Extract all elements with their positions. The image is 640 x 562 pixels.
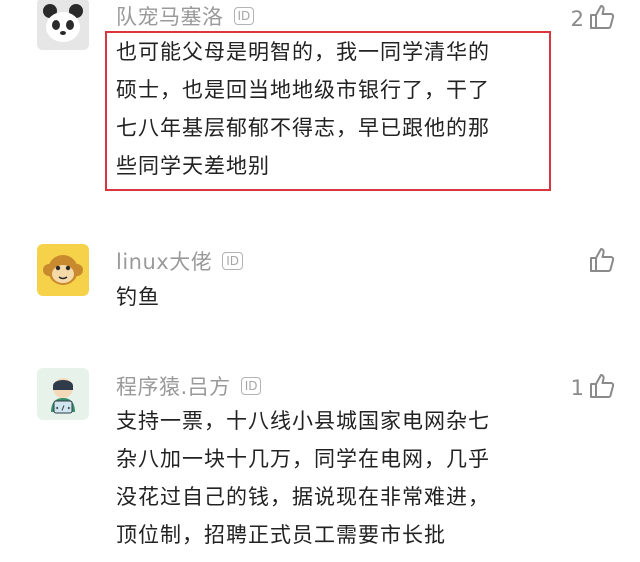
id-badge: ID — [222, 252, 243, 270]
comment-text: 也可能父母是明智的，我一同学清华的 硕士，也是回当地地级市银行了，干了 七八年基… — [116, 33, 490, 185]
like-button[interactable] — [584, 246, 616, 278]
comment-line: 顶位制，招聘正式员工需要市长批 — [116, 523, 446, 547]
comment-line: 杂八加一块十几万，同学在电网，几乎 — [116, 447, 490, 471]
monkey-avatar-icon[interactable] — [37, 244, 89, 296]
thumbs-up-icon — [588, 372, 616, 404]
comment-line: 没花过自己的钱，据说现在非常难进， — [116, 485, 490, 509]
username[interactable]: linux大佬 — [116, 246, 212, 276]
username-row: linux大佬 ID — [116, 247, 243, 275]
thumbs-up-icon — [588, 246, 616, 278]
like-count: 2 — [570, 7, 584, 31]
comment-line: 些同学天差地别 — [116, 154, 270, 178]
programmer-avatar-icon[interactable] — [37, 368, 89, 420]
username-row: 程序猿.吕方 ID — [116, 371, 262, 401]
like-count: 1 — [570, 376, 584, 400]
like-button[interactable]: 1 — [571, 372, 616, 404]
thumbs-up-icon — [588, 3, 616, 35]
comment-text: 支持一票，十八线小县城国家电网杂七 杂八加一块十几万，同学在电网，几乎 没花过自… — [116, 402, 490, 554]
comment-line: 支持一票，十八线小县城国家电网杂七 — [116, 409, 490, 433]
id-badge: ID — [233, 7, 255, 25]
comment-line: 钓鱼 — [116, 285, 160, 309]
id-badge: ID — [240, 377, 262, 395]
comment-line: 七八年基层郁郁不得志，早已跟他的那 — [116, 116, 490, 140]
comment-text: 钓鱼 — [116, 278, 160, 316]
panda-avatar-icon[interactable] — [37, 0, 89, 50]
username[interactable]: 队宠马塞洛 — [116, 1, 224, 31]
username-row: 队宠马塞洛 ID — [116, 1, 255, 31]
comment-line: 硕士，也是回当地地级市银行了，干了 — [116, 78, 490, 102]
comment-line: 也可能父母是明智的，我一同学清华的 — [116, 40, 490, 64]
username[interactable]: 程序猿.吕方 — [116, 371, 231, 401]
like-button[interactable]: 2 — [571, 3, 616, 35]
